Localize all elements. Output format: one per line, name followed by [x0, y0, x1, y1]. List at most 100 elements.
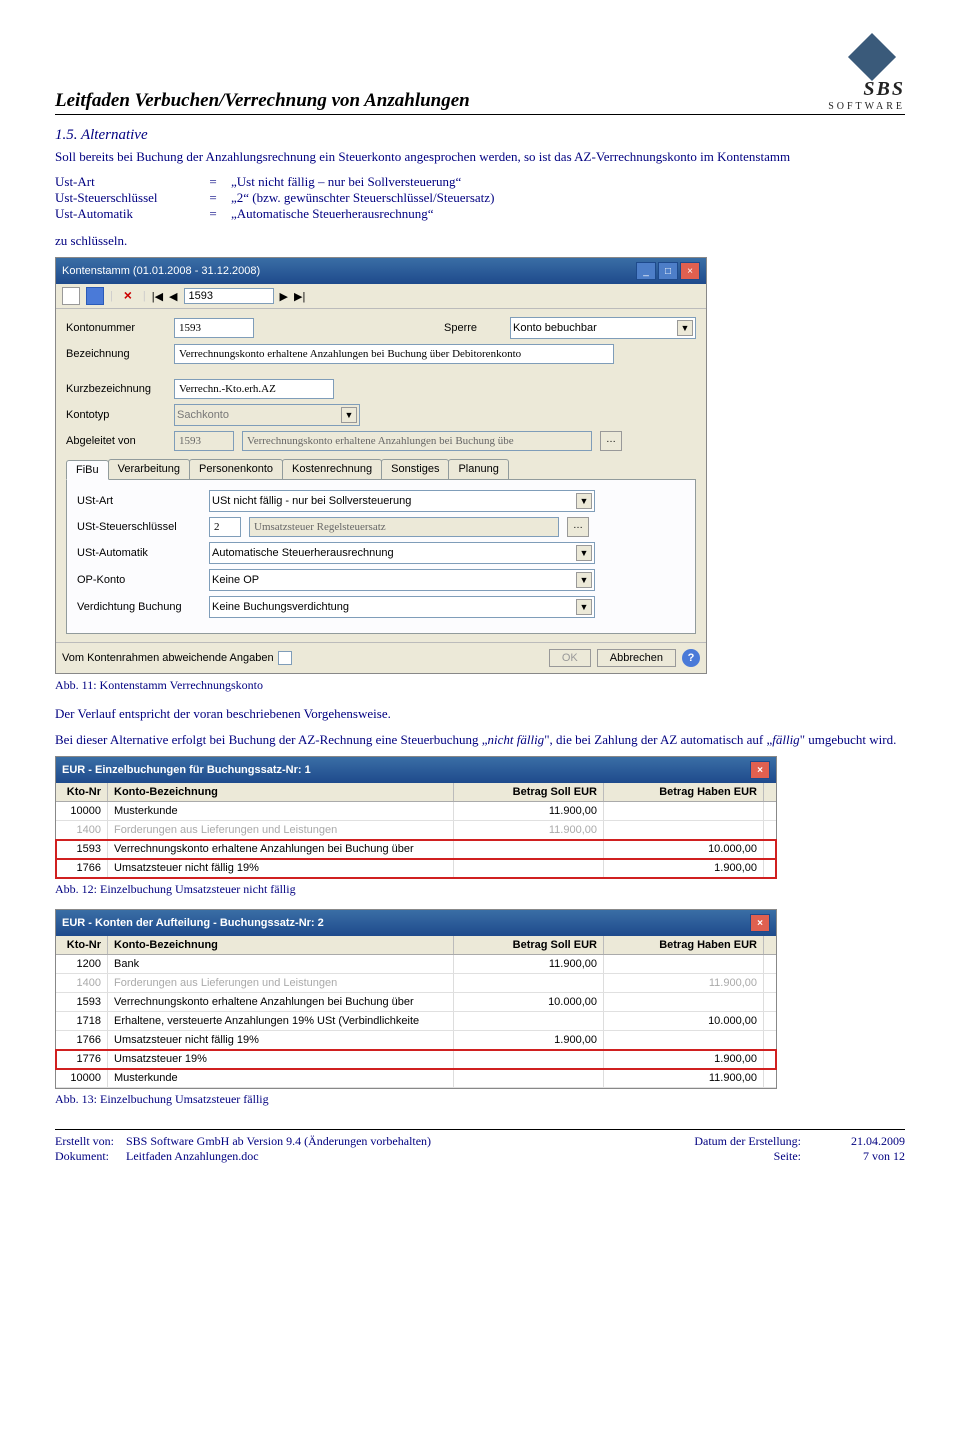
chevron-down-icon: ▼ [576, 493, 592, 509]
cell-ktonr: 1400 [56, 974, 108, 992]
tab-fibu[interactable]: FiBu [66, 460, 109, 480]
kontotyp-select: Sachkonto▼ [174, 404, 360, 426]
cell-bezeichnung: Erhaltene, versteuerte Anzahlungen 19% U… [108, 1012, 454, 1030]
sperre-select[interactable]: Konto bebuchbar▼ [510, 317, 696, 339]
nav-next-icon[interactable]: ▶ [280, 290, 288, 303]
tab-sonstiges[interactable]: Sonstiges [381, 459, 449, 479]
close-icon[interactable]: × [680, 262, 700, 280]
toolbar: | × | |◀ ◀ ▶ ▶| [56, 284, 706, 309]
abweichend-checkbox[interactable] [278, 651, 292, 665]
ustauto-select[interactable]: Automatische Steuerherausrechnung▼ [209, 542, 595, 564]
cell-haben: 1.900,00 [604, 859, 764, 877]
titlebar[interactable]: Kontenstamm (01.01.2008 - 31.12.2008) _ … [56, 258, 706, 284]
footer-value: SBS Software GmbH ab Version 9.4 (Änderu… [126, 1134, 431, 1149]
cell-bezeichnung: Bank [108, 955, 454, 973]
save-icon[interactable] [86, 287, 104, 305]
cell-haben: 11.900,00 [604, 1069, 764, 1087]
cell-ktonr: 10000 [56, 802, 108, 820]
ustkey-text [249, 517, 559, 537]
verdichtung-select[interactable]: Keine Buchungsverdichtung▼ [209, 596, 595, 618]
param-key: Ust-Art [55, 174, 201, 190]
logo-text-top: SBS [863, 78, 905, 101]
ustkey-num-input[interactable] [209, 517, 241, 537]
doc-title: Leitfaden Verbuchen/Verrechnung von Anza… [55, 90, 470, 112]
nav-id-input[interactable] [184, 288, 274, 304]
footer-value: Leitfaden Anzahlungen.doc [126, 1149, 431, 1164]
cell-ktonr: 1776 [56, 1050, 108, 1068]
table-row: 1593Verrechnungskonto erhaltene Anzahlun… [56, 840, 776, 859]
bezeichnung-label: Bezeichnung [66, 348, 166, 360]
tabstrip: FiBu Verarbeitung Personenkonto Kostenre… [66, 459, 696, 480]
chevron-down-icon: ▼ [576, 572, 592, 588]
cell-haben: 10.000,00 [604, 840, 764, 858]
nav-prev-icon[interactable]: ◀ [169, 290, 177, 303]
cell-soll [454, 974, 604, 992]
table-row: 1766Umsatzsteuer nicht fällig 19%1.900,0… [56, 1031, 776, 1050]
page-header: Leitfaden Verbuchen/Verrechnung von Anza… [55, 40, 905, 115]
ustart-label: USt-Art [77, 495, 201, 507]
cell-haben [604, 802, 764, 820]
param-key: Ust-Steuerschlüssel [55, 190, 201, 206]
cell-soll: 11.900,00 [454, 821, 604, 839]
table-row: 1200Bank11.900,00 [56, 955, 776, 974]
caption-13: Abb. 13: Einzelbuchung Umsatzsteuer fäll… [55, 1092, 905, 1107]
cell-haben: 11.900,00 [604, 974, 764, 992]
intro-paragraph: Soll bereits bei Buchung der Anzahlungsr… [55, 148, 905, 166]
kurzbez-input[interactable] [174, 379, 334, 399]
col-header: Konto-Bezeichnung [108, 783, 454, 801]
abgeleitet-num [174, 431, 234, 451]
cancel-button[interactable]: Abbrechen [597, 649, 676, 667]
tab-planung[interactable]: Planung [448, 459, 508, 479]
cell-haben [604, 955, 764, 973]
table-row: 1766Umsatzsteuer nicht fällig 19%1.900,0… [56, 859, 776, 878]
cell-ktonr: 1718 [56, 1012, 108, 1030]
cell-ktonr: 1766 [56, 1031, 108, 1049]
delete-icon[interactable]: × [119, 287, 137, 305]
tab-kostenrechnung[interactable]: Kostenrechnung [282, 459, 382, 479]
op-select[interactable]: Keine OP▼ [209, 569, 595, 591]
help-icon[interactable]: ? [682, 649, 700, 667]
tab-personenkonto[interactable]: Personenkonto [189, 459, 283, 479]
cell-bezeichnung: Forderungen aus Lieferungen und Leistung… [108, 974, 454, 992]
kontotyp-label: Kontotyp [66, 409, 166, 421]
kurzbez-label: Kurzbezeichnung [66, 383, 166, 395]
window-footer: Vom Kontenrahmen abweichende Angaben OK … [56, 642, 706, 673]
cell-soll [454, 1012, 604, 1030]
cell-ktonr: 1400 [56, 821, 108, 839]
chevron-down-icon: ▼ [576, 545, 592, 561]
new-icon[interactable] [62, 287, 80, 305]
close-icon[interactable]: × [750, 761, 770, 779]
caption-12: Abb. 12: Einzelbuchung Umsatzsteuer nich… [55, 882, 905, 897]
ustauto-label: USt-Automatik [77, 547, 201, 559]
browse-button[interactable]: … [600, 431, 622, 451]
tab-verarbeitung[interactable]: Verarbeitung [108, 459, 190, 479]
param-table: Ust-Art=„Ust nicht fällig – nur bei Soll… [55, 174, 905, 222]
abweichend-label: Vom Kontenrahmen abweichende Angaben [62, 652, 274, 664]
nav-last-icon[interactable]: ▶| [294, 290, 305, 303]
footer-label: Erstellt von: [55, 1134, 114, 1149]
browse-button[interactable]: … [567, 517, 589, 537]
chevron-down-icon: ▼ [677, 320, 693, 336]
kontonummer-input[interactable] [174, 318, 254, 338]
tab-panel-fibu: USt-Art USt nicht fällig - nur bei Sollv… [66, 480, 696, 634]
sperre-label: Sperre [444, 322, 502, 334]
table-row: 10000Musterkunde11.900,00 [56, 802, 776, 821]
einzelbuchung-window-13: EUR - Konten der Aufteilung - Buchungssa… [55, 909, 777, 1089]
ustart-select[interactable]: USt nicht fällig - nur bei Sollversteuer… [209, 490, 595, 512]
col-header: Konto-Bezeichnung [108, 936, 454, 954]
logo-text-bot: SOFTWARE [828, 101, 905, 112]
maximize-icon[interactable]: □ [658, 262, 678, 280]
kontenstamm-window: Kontenstamm (01.01.2008 - 31.12.2008) _ … [55, 257, 707, 674]
close-icon[interactable]: × [750, 914, 770, 932]
cell-haben [604, 1031, 764, 1049]
nav-first-icon[interactable]: |◀ [152, 290, 163, 303]
cell-ktonr: 1200 [56, 955, 108, 973]
col-header: Kto-Nr [56, 936, 108, 954]
minimize-icon[interactable]: _ [636, 262, 656, 280]
footer-value: 21.04.2009 [851, 1134, 905, 1149]
cell-soll: 11.900,00 [454, 955, 604, 973]
abgeleitet-label: Abgeleitet von [66, 435, 166, 447]
ok-button: OK [549, 649, 591, 667]
window-title: EUR - Konten der Aufteilung - Buchungssa… [62, 917, 324, 929]
bezeichnung-input[interactable] [174, 344, 614, 364]
